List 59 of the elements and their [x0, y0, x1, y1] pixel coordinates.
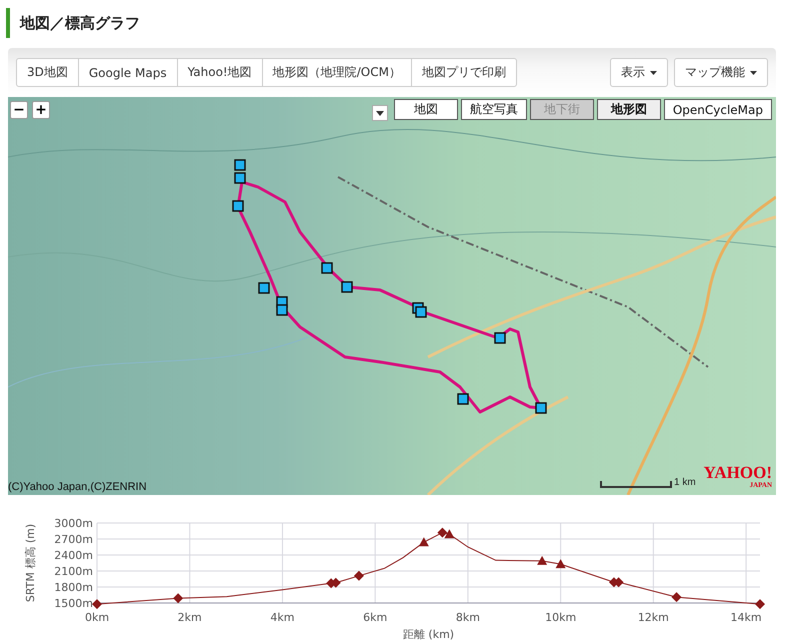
scale-label: 1 km — [674, 477, 696, 488]
waypoint-marker[interactable] — [234, 159, 246, 171]
x-tick-label: 6km — [363, 611, 388, 624]
y-axis-title: SRTM 標高 (m) — [24, 524, 37, 602]
logo-text: YAHOO! — [704, 465, 772, 481]
map-layer-tab[interactable]: 航空写真 — [460, 99, 527, 120]
waypoint-marker[interactable] — [341, 281, 353, 293]
waypoint-marker[interactable] — [494, 332, 506, 344]
triangle-marker — [556, 559, 566, 568]
map-layer-tab[interactable]: 地図 — [394, 99, 458, 120]
diamond-marker — [755, 599, 765, 610]
dropdown-button[interactable]: マップ機能 — [674, 58, 768, 87]
diamond-marker — [330, 578, 341, 588]
x-tick-label: 12km — [638, 611, 669, 624]
y-tick-label: 1500m — [54, 597, 93, 610]
dropdown-button[interactable]: 表示 — [610, 58, 668, 87]
x-tick-label: 2km — [178, 611, 202, 624]
waypoint-marker[interactable] — [234, 172, 246, 184]
map-link-button[interactable]: 3D地図 — [16, 58, 79, 87]
x-tick-label: 10km — [545, 611, 576, 624]
waypoint-marker[interactable] — [535, 402, 547, 414]
map-link-button[interactable]: 地図プリで印刷 — [410, 58, 517, 87]
y-tick-label: 2700m — [54, 533, 93, 546]
triangle-marker — [444, 529, 454, 538]
waypoint-marker[interactable] — [232, 200, 244, 212]
zoom-button[interactable]: + — [32, 101, 50, 119]
diamond-marker — [614, 577, 624, 588]
waypoint-marker[interactable] — [276, 304, 288, 316]
caret-icon — [650, 70, 657, 74]
y-tick-label: 1800m — [54, 581, 93, 594]
x-tick-label: 4km — [270, 611, 294, 624]
map-link-button[interactable]: 地形図（地理院/OCM） — [262, 58, 412, 87]
scale-bar — [600, 481, 672, 488]
x-tick-label: 14km — [730, 611, 762, 624]
zoom-button[interactable]: − — [10, 101, 28, 119]
map-link-button[interactable]: Yahoo!地図 — [176, 58, 263, 87]
y-tick-label: 3000m — [54, 517, 93, 530]
copyright-text: (C)Yahoo Japan,(C)ZENRIN — [8, 481, 147, 493]
diamond-marker — [354, 570, 364, 581]
y-tick-label: 2400m — [54, 549, 93, 562]
diamond-marker — [437, 528, 448, 538]
map-layer-tab[interactable]: 地形図 — [596, 99, 661, 120]
waypoint-marker[interactable] — [415, 306, 427, 318]
diamond-marker — [92, 599, 102, 610]
waypoint-marker[interactable] — [457, 393, 469, 405]
caret-icon — [750, 70, 757, 74]
x-axis-title: 距離 (km) — [402, 628, 454, 641]
waypoint-marker[interactable] — [321, 262, 333, 274]
map-layer-tab[interactable]: OpenCycleMap — [664, 99, 772, 120]
y-tick-label: 2100m — [54, 565, 93, 578]
triangle-marker — [418, 537, 429, 546]
diamond-marker — [173, 593, 184, 604]
triangle-marker — [537, 556, 548, 565]
x-tick-label: 0km — [84, 611, 110, 624]
section-title: 地図／標高グラフ — [20, 14, 140, 32]
x-tick-label: 8km — [456, 611, 480, 624]
diamond-marker — [672, 592, 682, 602]
waypoint-marker[interactable] — [258, 282, 270, 294]
map-link-button[interactable]: Google Maps — [78, 58, 178, 87]
